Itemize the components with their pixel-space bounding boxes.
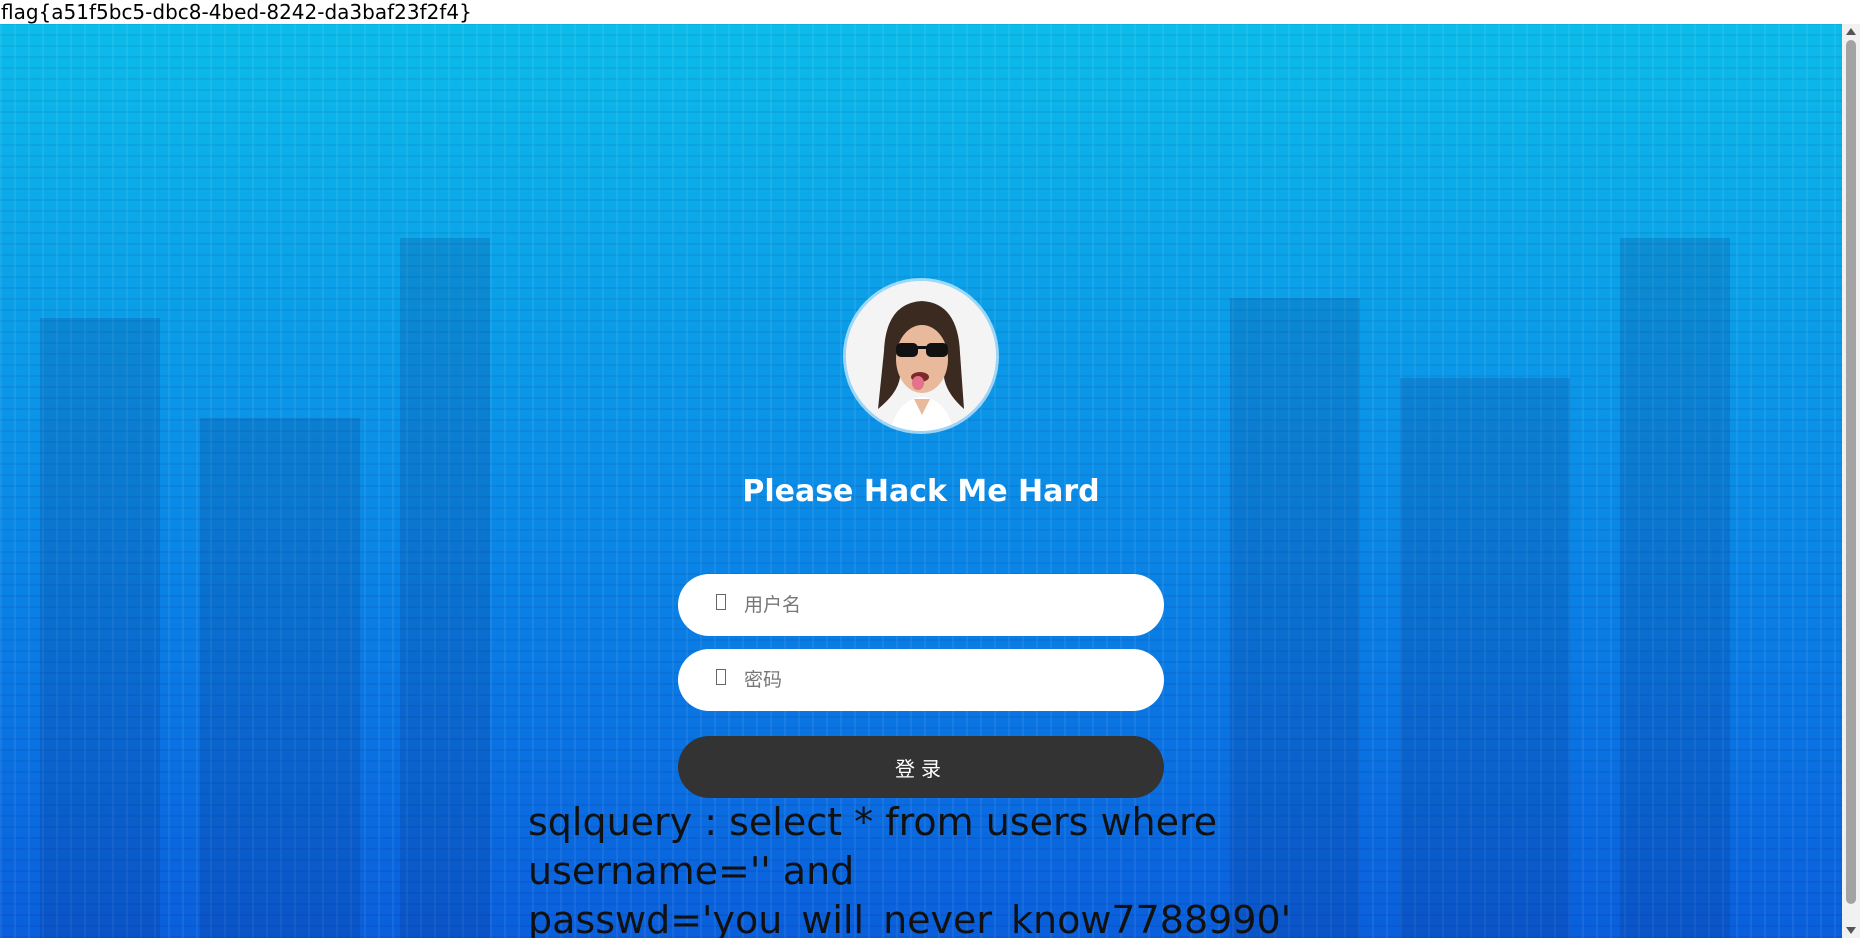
username-input[interactable]	[744, 574, 1144, 636]
password-input[interactable]	[744, 649, 1144, 711]
background-building	[400, 238, 490, 938]
user-avatar	[846, 281, 996, 431]
username-field[interactable]	[678, 574, 1164, 636]
background-building	[1620, 238, 1730, 938]
background-building	[1400, 378, 1570, 938]
login-button[interactable]: 登录	[678, 736, 1164, 798]
background-building	[40, 318, 160, 938]
flag-text: flag{a51f5bc5-dbc8-4bed-8242-da3baf23f2f…	[0, 0, 1860, 24]
scroll-down-arrow-icon[interactable]	[1846, 927, 1856, 934]
sql-query-text: sqlquery : select * from users where use…	[528, 800, 1292, 938]
password-field[interactable]	[678, 649, 1164, 711]
scrollbar-thumb[interactable]	[1846, 40, 1856, 904]
user-icon	[716, 594, 726, 610]
page-title: Please Hack Me Hard	[742, 474, 1100, 509]
scroll-up-arrow-icon[interactable]	[1846, 28, 1856, 35]
avatar-portrait-image	[846, 281, 996, 431]
lock-icon	[716, 669, 726, 685]
vertical-scrollbar[interactable]	[1842, 24, 1860, 938]
login-page-background: Please Hack Me Hard 登录 sqlquery : select…	[0, 24, 1842, 938]
